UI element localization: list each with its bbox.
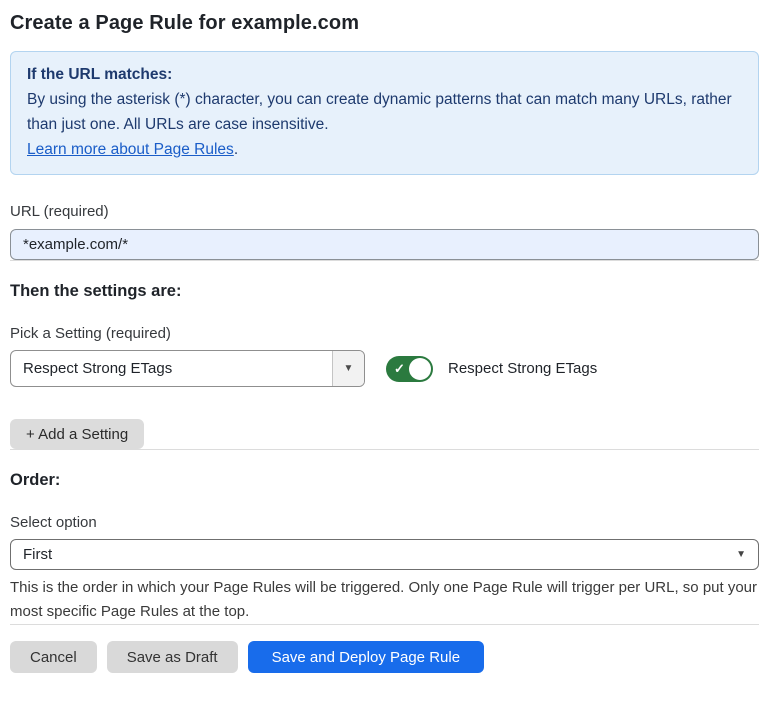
save-deploy-button[interactable]: Save and Deploy Page Rule [248, 641, 484, 673]
order-select[interactable]: First ▼ [10, 539, 759, 570]
order-section-heading: Order: [10, 471, 759, 490]
toggle-knob [409, 358, 431, 380]
cancel-button[interactable]: Cancel [10, 641, 97, 673]
divider [10, 449, 759, 450]
chevron-down-icon: ▼ [736, 549, 746, 560]
pick-setting-label: Pick a Setting (required) [10, 325, 759, 342]
info-box-link-line: Learn more about Page Rules. [27, 137, 742, 162]
order-select-label: Select option [10, 514, 759, 531]
settings-section-heading: Then the settings are: [10, 282, 759, 301]
divider [10, 260, 759, 261]
setting-toggle-label: Respect Strong ETags [448, 360, 597, 377]
setting-dropdown[interactable]: Respect Strong ETags ▼ [10, 350, 365, 387]
setting-row: Respect Strong ETags ▼ ✓ Respect Strong … [10, 350, 759, 387]
setting-toggle[interactable]: ✓ [386, 356, 433, 382]
url-matches-info-box: If the URL matches: By using the asteris… [10, 51, 759, 175]
info-box-body-text: By using the asterisk (*) character, you… [27, 91, 732, 133]
url-field-label: URL (required) [10, 203, 759, 220]
setting-dropdown-button[interactable]: ▼ [332, 351, 364, 386]
divider [10, 624, 759, 625]
add-setting-button[interactable]: + Add a Setting [10, 419, 144, 449]
setting-dropdown-value: Respect Strong ETags [11, 351, 332, 386]
order-select-value: First [23, 546, 52, 563]
page-title: Create a Page Rule for example.com [10, 12, 759, 35]
footer-actions: Cancel Save as Draft Save and Deploy Pag… [10, 641, 759, 673]
chevron-down-icon: ▼ [344, 363, 354, 374]
info-box-heading: If the URL matches: [27, 62, 742, 87]
save-draft-button[interactable]: Save as Draft [107, 641, 238, 673]
check-icon: ✓ [394, 361, 405, 377]
info-box-body: By using the asterisk (*) character, you… [27, 87, 742, 137]
order-help-text: This is the order in which your Page Rul… [10, 576, 759, 624]
learn-more-link[interactable]: Learn more about Page Rules [27, 141, 234, 158]
url-input[interactable] [10, 229, 759, 260]
page-rule-form: Create a Page Rule for example.com If th… [0, 0, 769, 673]
link-period: . [234, 141, 238, 158]
